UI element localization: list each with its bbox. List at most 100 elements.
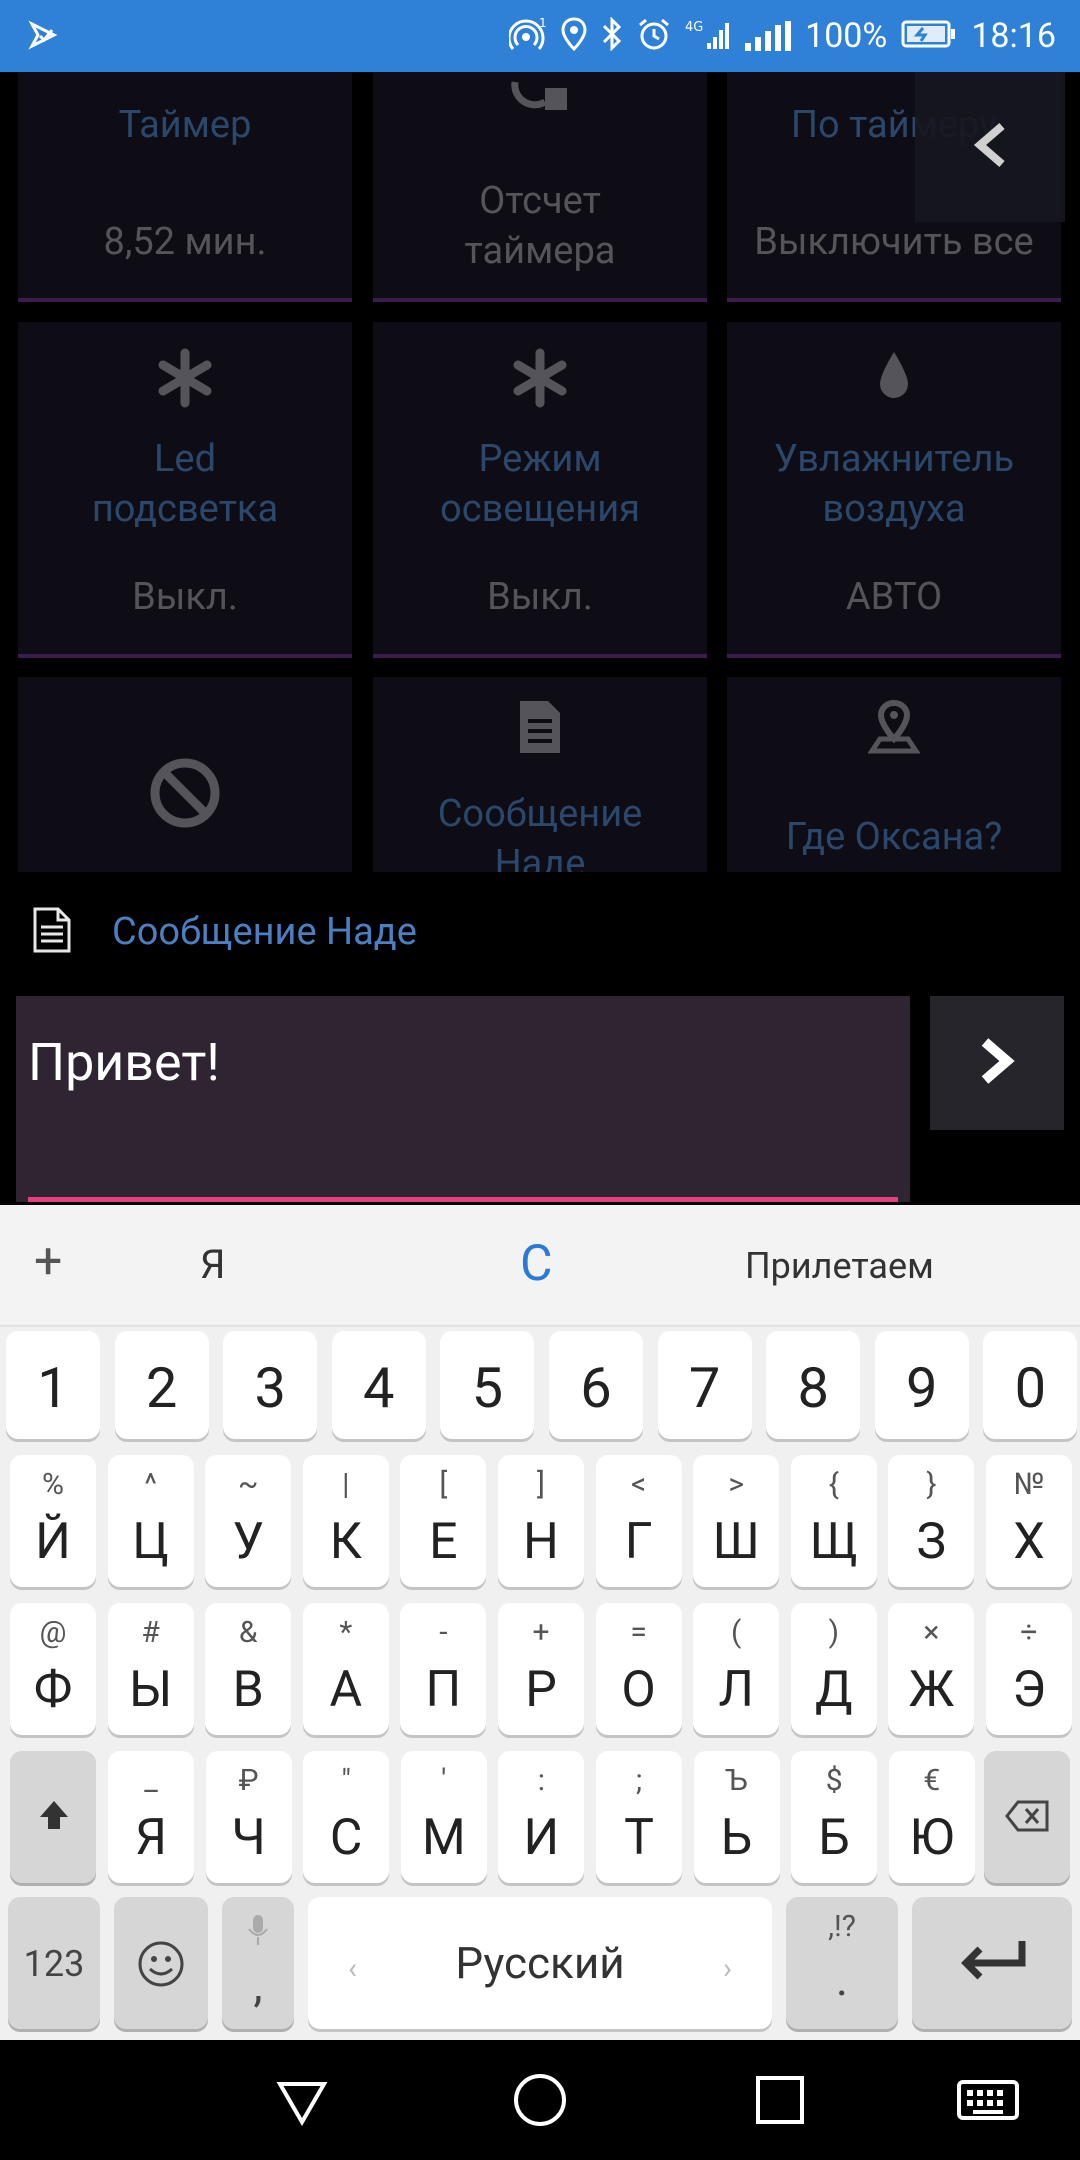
tile-led-backlight[interactable]: Led подсветка Выкл.	[18, 322, 352, 658]
key-letter[interactable]: < Г	[595, 1455, 682, 1587]
key-letter[interactable]: [Е	[400, 1455, 487, 1587]
key-5[interactable]: 5	[440, 1331, 535, 1439]
recents-nav-icon[interactable]	[750, 2070, 810, 2134]
key-3[interactable]: 3	[223, 1331, 318, 1439]
key-0[interactable]: 0	[983, 1331, 1078, 1439]
key-letter[interactable]: * А	[302, 1603, 389, 1735]
tile-lighting-mode[interactable]: Режим освещения Выкл.	[373, 322, 707, 658]
key-letter[interactable]: № Х	[986, 1455, 1072, 1587]
key-letter[interactable]: {Щ	[790, 1455, 877, 1587]
plus-icon[interactable]: +	[34, 1237, 62, 1287]
tile-title: Увлажнитель воздуха	[773, 437, 1015, 531]
key-letter[interactable]: " С	[303, 1751, 390, 1883]
key-6[interactable]: 6	[549, 1331, 643, 1439]
key-letter[interactable]: } З	[888, 1455, 975, 1587]
key-alt-label: ,!?	[828, 1909, 856, 1944]
key-letter[interactable]: # Ы	[107, 1603, 194, 1735]
key-8[interactable]: 8	[766, 1331, 861, 1439]
key-alt-label: [	[439, 1467, 448, 1502]
tile-value: 8,52 мин.	[103, 220, 267, 264]
shift-key[interactable]	[10, 1751, 96, 1883]
suggestion-2[interactable]: С	[520, 1235, 553, 1293]
key-letter[interactable]: ; Т	[596, 1751, 682, 1883]
key-letter[interactable]: ~ У	[205, 1455, 292, 1587]
clock: 18:16	[971, 16, 1056, 56]
key-letter[interactable]: + Р	[498, 1603, 584, 1735]
tile-label-text: Отсчет таймера	[464, 179, 616, 273]
location-icon	[561, 17, 587, 55]
key-letter[interactable]: _ Я	[108, 1751, 194, 1883]
space-key[interactable]: Русский ‹ ›	[308, 1897, 772, 2029]
tile-timer[interactable]: Таймер 8,52 мин.	[18, 72, 352, 302]
tile-title: Led подсветка	[91, 437, 279, 531]
key-letter[interactable]: ) Д	[790, 1603, 877, 1735]
keyboard-hide-icon[interactable]	[955, 2070, 1021, 2134]
key-letter[interactable]: = О	[595, 1603, 682, 1735]
key-letter[interactable]: (Л	[693, 1603, 780, 1735]
key-letter[interactable]: | К	[302, 1455, 389, 1587]
message-input-value: Привет!	[28, 1032, 220, 1093]
key-alt-label: ×	[923, 1615, 940, 1650]
tile-where-oksana[interactable]: Где Оксана?	[727, 677, 1061, 872]
chevron-left-icon: ‹	[348, 1951, 358, 1986]
comma-key[interactable]: ,	[222, 1897, 294, 2029]
message-input[interactable]: Привет!	[16, 996, 910, 1202]
suggestion-1[interactable]: Я	[200, 1241, 225, 1288]
suggestion-3[interactable]: Прилетаем	[745, 1245, 934, 1287]
key-letter[interactable]: € Ю	[888, 1751, 975, 1883]
key-letter[interactable]: × Ж	[888, 1603, 975, 1735]
key-2[interactable]: 2	[114, 1331, 209, 1439]
input-underline	[28, 1197, 898, 1202]
drop-icon	[727, 348, 1061, 404]
symbols-key[interactable]: 123	[8, 1897, 100, 2029]
key-letter[interactable]: & В	[205, 1603, 292, 1735]
key-letter[interactable]: ЪЬ	[693, 1751, 780, 1883]
key-letter[interactable]: ' М	[400, 1751, 487, 1883]
tile-title: Режим освещения	[440, 437, 640, 531]
key-alt-label: "	[341, 1763, 351, 1798]
key-alt-label: %	[42, 1467, 64, 1502]
key-9[interactable]: 9	[874, 1331, 969, 1439]
back-nav-icon[interactable]	[272, 2070, 332, 2134]
status-bar: 1 4G 100% 18:16	[0, 0, 1080, 72]
tile-message-nadya[interactable]: Сообщение Наде	[373, 677, 707, 872]
key-label: 2	[145, 1355, 178, 1421]
home-nav-icon[interactable]	[510, 2070, 570, 2134]
key-letter[interactable]: $ Б	[791, 1751, 878, 1883]
backspace-key[interactable]	[984, 1751, 1070, 1883]
key-7[interactable]: 7	[657, 1331, 752, 1439]
key-letter[interactable]: > Ш	[693, 1455, 780, 1587]
emoji-icon	[136, 1939, 186, 1993]
tile-blocked[interactable]	[18, 677, 352, 872]
period-key[interactable]: ,!?.	[786, 1897, 898, 2029]
key-1[interactable]: 1	[6, 1331, 100, 1439]
battery-percent: 100%	[805, 16, 888, 56]
key-label: О	[621, 1661, 656, 1719]
enter-key[interactable]	[912, 1897, 1072, 2029]
key-label: С	[329, 1809, 363, 1867]
back-button[interactable]	[915, 72, 1065, 222]
key-letter[interactable]: ] Н	[498, 1455, 584, 1587]
send-button[interactable]	[930, 996, 1064, 1130]
emoji-key[interactable]	[114, 1897, 208, 2029]
network-type-label: 4G	[685, 20, 703, 35]
tile-humidifier[interactable]: Увлажнитель воздуха АВТО	[727, 322, 1061, 658]
key-letter[interactable]: :И	[498, 1751, 585, 1883]
key-letter[interactable]: ₽ Ч	[205, 1751, 292, 1883]
key-letter[interactable]: @ Ф	[10, 1603, 96, 1735]
key-4[interactable]: 4	[331, 1331, 426, 1439]
key-letter[interactable]: -П	[400, 1603, 487, 1735]
tile-value: АВТО	[845, 575, 943, 619]
key-alt-label: }	[926, 1467, 937, 1502]
key-label: 123	[23, 1943, 85, 1985]
asterisk-icon	[373, 348, 707, 408]
key-alt-label: €	[923, 1763, 941, 1798]
key-alt-label: ^	[144, 1467, 157, 1502]
key-letter[interactable]: % Й	[10, 1455, 96, 1587]
tile-timer-countdown[interactable]: Отсчет таймера	[373, 72, 707, 302]
key-label: У	[232, 1513, 264, 1571]
key-label: Р	[525, 1661, 557, 1719]
key-alt-label: ÷	[1020, 1615, 1038, 1650]
key-letter[interactable]: ÷ Э	[986, 1603, 1072, 1735]
key-letter[interactable]: ^ Ц	[107, 1455, 194, 1587]
